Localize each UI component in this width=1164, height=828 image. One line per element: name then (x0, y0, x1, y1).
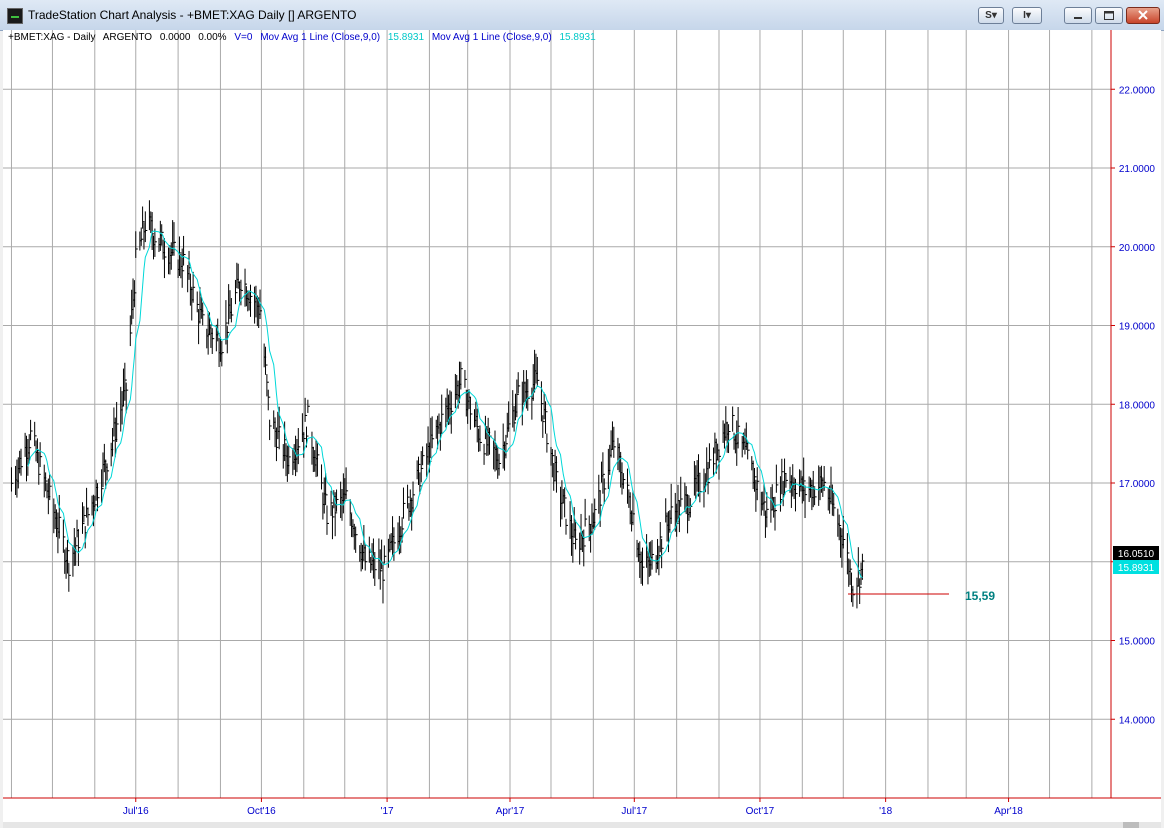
ma-value-label: 15.8931 (1118, 563, 1155, 574)
y-tick-label: 18.0000 (1119, 400, 1156, 411)
x-tick-label: Jul'17 (621, 806, 647, 817)
interval-link-button[interactable]: I▾ (1012, 7, 1042, 24)
x-tick-label: '17 (381, 806, 394, 817)
symbol-link-label: S (985, 10, 992, 21)
maximize-button[interactable] (1095, 7, 1123, 24)
y-tick-label: 19.0000 (1119, 322, 1156, 333)
x-tick-label: Jul'16 (123, 806, 149, 817)
symbol-link-button[interactable]: S▾ (978, 7, 1004, 24)
symbol-label: +BMET:XAG - Daily (8, 32, 96, 43)
y-axis-labels: 22.0000 21.0000 20.0000 19.0000 18.0000 17.00… (1119, 85, 1156, 726)
price-chart[interactable]: 15,59 22.0000 21.0000 20.0000 19.0000 18.000… (3, 30, 1161, 828)
interval-link-label: I (1023, 10, 1026, 21)
last-price-box: 16.0510 (1113, 546, 1159, 560)
maximize-icon (1104, 11, 1114, 20)
minimize-button[interactable] (1064, 7, 1092, 24)
indicator1-value: 15.8931 (387, 32, 425, 43)
change-label: 0.0000 (159, 32, 191, 43)
window-titlebar: TradeStation Chart Analysis - +BMET:XAG … (0, 0, 1164, 31)
change-pct-label: 0.00% (198, 32, 227, 43)
x-tick-label: Apr'17 (496, 806, 525, 817)
indicator2-value: 15.8931 (559, 32, 596, 43)
scrollbar-thumb[interactable] (1123, 822, 1139, 828)
chart-axes (3, 30, 1161, 802)
y-tick-label: 15.0000 (1119, 637, 1156, 648)
volume-label: V=0 (234, 32, 253, 43)
chart-area[interactable]: 15,59 22.0000 21.0000 20.0000 19.0000 18.000… (3, 30, 1161, 828)
horizontal-scrollbar[interactable] (3, 822, 1161, 828)
tradestation-app-icon (7, 8, 23, 24)
indicator1-label[interactable]: Mov Avg 1 Line (Close,9,0) (260, 32, 380, 43)
ma-value-box: 15.8931 (1113, 560, 1159, 574)
description-label: ARGENTO (102, 32, 153, 43)
y-tick-label: 22.0000 (1119, 85, 1156, 96)
support-annotation: 15,59 (965, 589, 995, 603)
chart-grid (3, 30, 1111, 798)
x-tick-label: Apr'18 (994, 806, 1023, 817)
y-tick-label: 14.0000 (1119, 715, 1156, 726)
close-button[interactable] (1126, 7, 1160, 24)
y-tick-label: 20.0000 (1119, 243, 1156, 254)
x-tick-label: '18 (879, 806, 892, 817)
x-tick-label: Oct'16 (247, 806, 276, 817)
minimize-icon (1074, 17, 1082, 19)
last-price-label: 16.0510 (1118, 549, 1155, 560)
chart-status-line: +BMET:XAG - Daily ARGENTO 0.0000 0.00% V… (8, 32, 601, 43)
window-title: TradeStation Chart Analysis - +BMET:XAG … (28, 8, 357, 22)
indicator2-label[interactable]: Mov Avg 1 Line (Close,9,0) (432, 32, 552, 43)
x-tick-label: Oct'17 (746, 806, 775, 817)
close-icon (1138, 10, 1148, 20)
y-tick-label: 17.0000 (1119, 479, 1156, 490)
x-axis-labels: Jul'16 Oct'16 '17 Apr'17 Jul'17 Oct'17 '18 Apr'… (123, 806, 1023, 817)
y-tick-label: 21.0000 (1119, 164, 1156, 175)
